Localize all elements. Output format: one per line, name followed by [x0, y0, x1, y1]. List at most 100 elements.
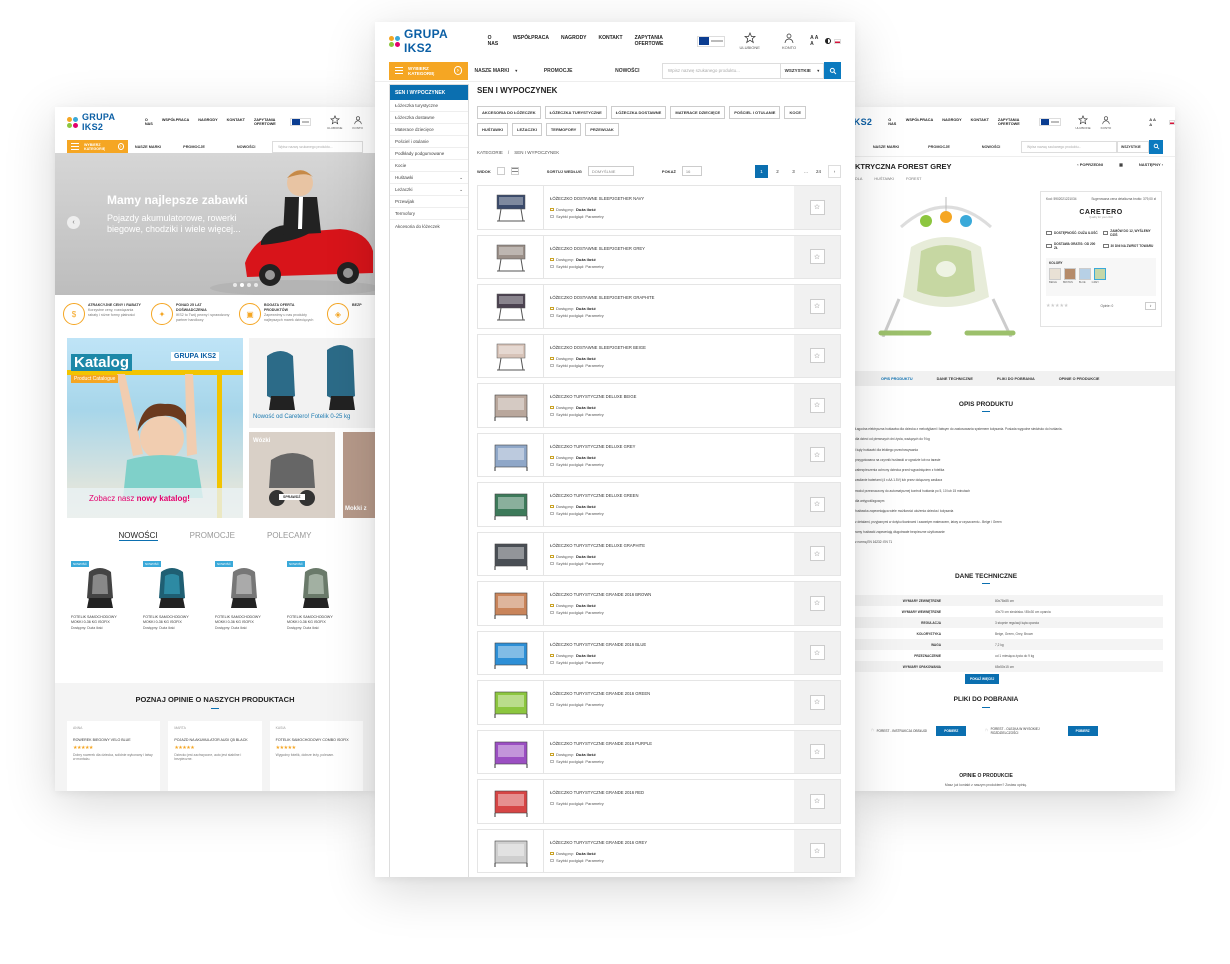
add-to-favorites-button[interactable]: ☆: [809, 546, 825, 562]
product-name[interactable]: ŁÓŻECZKO DOSTAWNE SLEEP2GETHER GRAPHITE: [550, 295, 788, 300]
promo-check-button[interactable]: SPRAWDŹ: [279, 494, 305, 500]
nav-about[interactable]: O NAS: [888, 118, 897, 126]
sidebar-item[interactable]: Podkłady podgumowane: [390, 148, 468, 160]
nav-cooperation[interactable]: WSPÓŁPRACA: [906, 118, 933, 126]
product-thumbnail[interactable]: [478, 681, 544, 724]
product-thumbnail[interactable]: [478, 285, 544, 328]
search-button[interactable]: [824, 62, 841, 79]
product-name[interactable]: ŁÓŻECZKO TURYSTYCZNE GRANDE 2016 GREY: [550, 840, 788, 845]
show-more-button[interactable]: POKAŻ WIĘCEJ: [965, 674, 1000, 684]
category-button[interactable]: WYBIERZ KATEGORIĘ ›: [67, 139, 129, 154]
product-image[interactable]: [871, 187, 1021, 337]
product-thumbnail[interactable]: [478, 532, 544, 575]
logo-text[interactable]: IKS2: [855, 117, 872, 127]
sidebar-title[interactable]: SEN I WYPOCZYNEK: [390, 85, 468, 100]
product-name[interactable]: ŁÓŻECZKO TURYSTYCZNE GRANDE 2016 GREEN: [550, 691, 788, 696]
product-name[interactable]: ŁÓŻECZKO TURYSTYCZNE DELUXE GREEN: [550, 493, 788, 498]
product-details[interactable]: Szybki podgląd: Parametry: [550, 264, 788, 269]
product-card[interactable]: NOWOŚĆ FOTELIK SAMOCHODOWY MOKKI 0-36 KG …: [71, 561, 129, 630]
product-name[interactable]: ŁÓŻECZKO TURYSTYCZNE DELUXE GREY: [550, 444, 788, 449]
account-link[interactable]: KONTO: [782, 32, 796, 50]
product-details[interactable]: Szybki podgląd: Parametry: [550, 214, 788, 219]
subcategory-chip[interactable]: HUŚTAWKI: [477, 123, 509, 136]
tab-promotions[interactable]: PROMOCJE: [190, 531, 235, 541]
next-product-link[interactable]: NASTĘPNY ›: [1139, 162, 1163, 167]
subcategory-chip[interactable]: TERMOFORY: [545, 123, 582, 136]
promo-stroller-banner[interactable]: Wózki SPRAWDŹ: [249, 432, 335, 518]
favorites-link[interactable]: ULUBIONE: [1075, 114, 1091, 130]
add-to-favorites-button[interactable]: ☆: [809, 496, 825, 512]
product-details[interactable]: Szybki podgląd: Parametry: [550, 858, 788, 863]
add-to-favorites-button[interactable]: ☆: [809, 645, 825, 661]
sub-nav-promotions[interactable]: PROMOCJE: [917, 145, 961, 149]
product-row[interactable]: ŁÓŻECZKO DOSTAWNE SLEEP2GETHER GREY Dostę…: [477, 234, 841, 279]
breadcrumb-item[interactable]: HUŚTAWKI: [874, 177, 894, 181]
product-name[interactable]: ŁÓŻECZKO TURYSTYCZNE GRANDE 2016 BLUE: [550, 642, 788, 647]
tab-downloads[interactable]: PLIKI DO POBRANIA: [985, 377, 1047, 381]
tab-opinions[interactable]: OPINIE O PRODUKCIE: [1047, 377, 1112, 381]
sidebar-item[interactable]: Materace dziecięce: [390, 124, 468, 136]
product-thumbnail[interactable]: [478, 582, 544, 625]
product-name[interactable]: ŁÓŻECZKO TURYSTYCZNE GRANDE 2016 RED: [550, 790, 788, 795]
subcategory-chip[interactable]: PRZEWIJAK: [585, 123, 619, 136]
sidebar-item[interactable]: Przewijak: [390, 196, 468, 208]
sidebar-item[interactable]: Kocie: [390, 160, 468, 172]
product-details[interactable]: Szybki podgląd: Parametry: [550, 660, 788, 665]
sub-nav-new[interactable]: NOWOŚCI: [961, 145, 1021, 149]
nav-awards[interactable]: NAGRODY: [561, 35, 587, 47]
search-input[interactable]: Wpisz nazwę szukanego produktu...: [272, 140, 363, 153]
product-card[interactable]: NOWOŚĆ FOTELIK SAMOCHODOWY MOKKI 0-36 KG …: [143, 561, 201, 630]
swatch-grey[interactable]: [1094, 268, 1106, 280]
product-row[interactable]: ŁÓŻECZKO TURYSTYCZNE DELUXE GREY Dostępny…: [477, 432, 841, 477]
product-row[interactable]: ŁÓŻECZKO TURYSTYCZNE GRANDE 2016 BROWN Do…: [477, 581, 841, 626]
favorites-link[interactable]: ULUBIONE: [739, 32, 760, 50]
sub-nav-new[interactable]: NOWOŚCI: [593, 68, 662, 74]
add-to-favorites-button[interactable]: ☆: [809, 694, 825, 710]
product-row[interactable]: ŁÓŻECZKO DOSTAWNE SLEEP2GETHER GRAPHITE D…: [477, 284, 841, 329]
product-details[interactable]: Szybki podgląd: Parametry: [550, 561, 788, 566]
sub-nav-promotions[interactable]: PROMOCJE: [168, 145, 220, 149]
page-button[interactable]: 1: [755, 164, 768, 178]
carousel-dot[interactable]: [233, 283, 237, 287]
product-row[interactable]: ŁÓŻECZKO TURYSTYCZNE DELUXE BEIGE Dostępn…: [477, 383, 841, 428]
nav-cooperation[interactable]: WSPÓŁPRACA: [513, 35, 549, 47]
product-details[interactable]: Szybki podgląd: Parametry: [550, 610, 788, 615]
sidebar-item[interactable]: Łóżeczka dostawne: [390, 112, 468, 124]
download-button[interactable]: POBIERZ: [936, 726, 967, 736]
sidebar-item[interactable]: Pościel i otulanie: [390, 136, 468, 148]
sidebar-item[interactable]: Termofory: [390, 208, 468, 220]
page-button[interactable]: 2: [771, 165, 784, 178]
product-thumbnail[interactable]: [478, 483, 544, 526]
product-thumbnail[interactable]: [478, 780, 544, 823]
add-to-favorites-button[interactable]: ☆: [809, 793, 825, 809]
swatch-beige[interactable]: [1049, 268, 1061, 280]
add-to-favorites-button[interactable]: ☆: [809, 348, 825, 364]
product-thumbnail[interactable]: [478, 631, 544, 674]
product-row[interactable]: ŁÓŻECZKO TURYSTYCZNE GRANDE 2016 GREEN Sz…: [477, 680, 841, 725]
product-details[interactable]: Szybki podgląd: Parametry: [550, 801, 788, 806]
product-name[interactable]: ŁÓŻECZKO DOSTAWNE SLEEP2GETHER GREY: [550, 246, 788, 251]
carousel-dot[interactable]: [254, 283, 258, 287]
sub-nav-new[interactable]: NOWOŚCI: [220, 145, 272, 149]
category-button[interactable]: WYBIERZ KATEGORIĘ ›: [389, 61, 469, 80]
product-details[interactable]: Szybki podgląd: Parametry: [550, 462, 788, 467]
tab-description[interactable]: OPIS PRODUKTU: [855, 377, 925, 381]
nav-contact[interactable]: KONTAKT: [599, 35, 623, 47]
flag-pl-icon[interactable]: [1168, 119, 1175, 125]
product-thumbnail[interactable]: [478, 186, 544, 229]
account-link[interactable]: KONTO: [352, 115, 363, 130]
carousel-prev-button[interactable]: ‹: [67, 216, 80, 229]
next-page-button[interactable]: ›: [828, 164, 841, 178]
product-row[interactable]: ŁÓŻECZKO TURYSTYCZNE GRANDE 2016 RED Szyb…: [477, 779, 841, 824]
nav-offers[interactable]: ZAPYTANIA OFERTOWE: [254, 118, 280, 126]
favorites-link[interactable]: ULUBIONE: [327, 114, 342, 130]
nav-awards[interactable]: NAGRODY: [942, 118, 961, 126]
product-name[interactable]: ŁÓŻECZKO TURYSTYCZNE DELUXE BEIGE: [550, 394, 788, 399]
opinion-card[interactable]: ANNA ROWEREK BIEGOWY VELO BLUE ★★★★★ Dobry …: [67, 721, 161, 791]
prev-product-link[interactable]: ‹ POPRZEDNI: [1077, 162, 1103, 167]
product-thumbnail[interactable]: [478, 384, 544, 427]
search-input[interactable]: Wpisz nazwę szukanego produktu...: [661, 62, 781, 79]
subcategory-chip[interactable]: KOCE: [784, 106, 807, 119]
product-details[interactable]: Szybki podgląd: Parametry: [550, 702, 788, 707]
product-thumbnail[interactable]: [478, 829, 544, 872]
